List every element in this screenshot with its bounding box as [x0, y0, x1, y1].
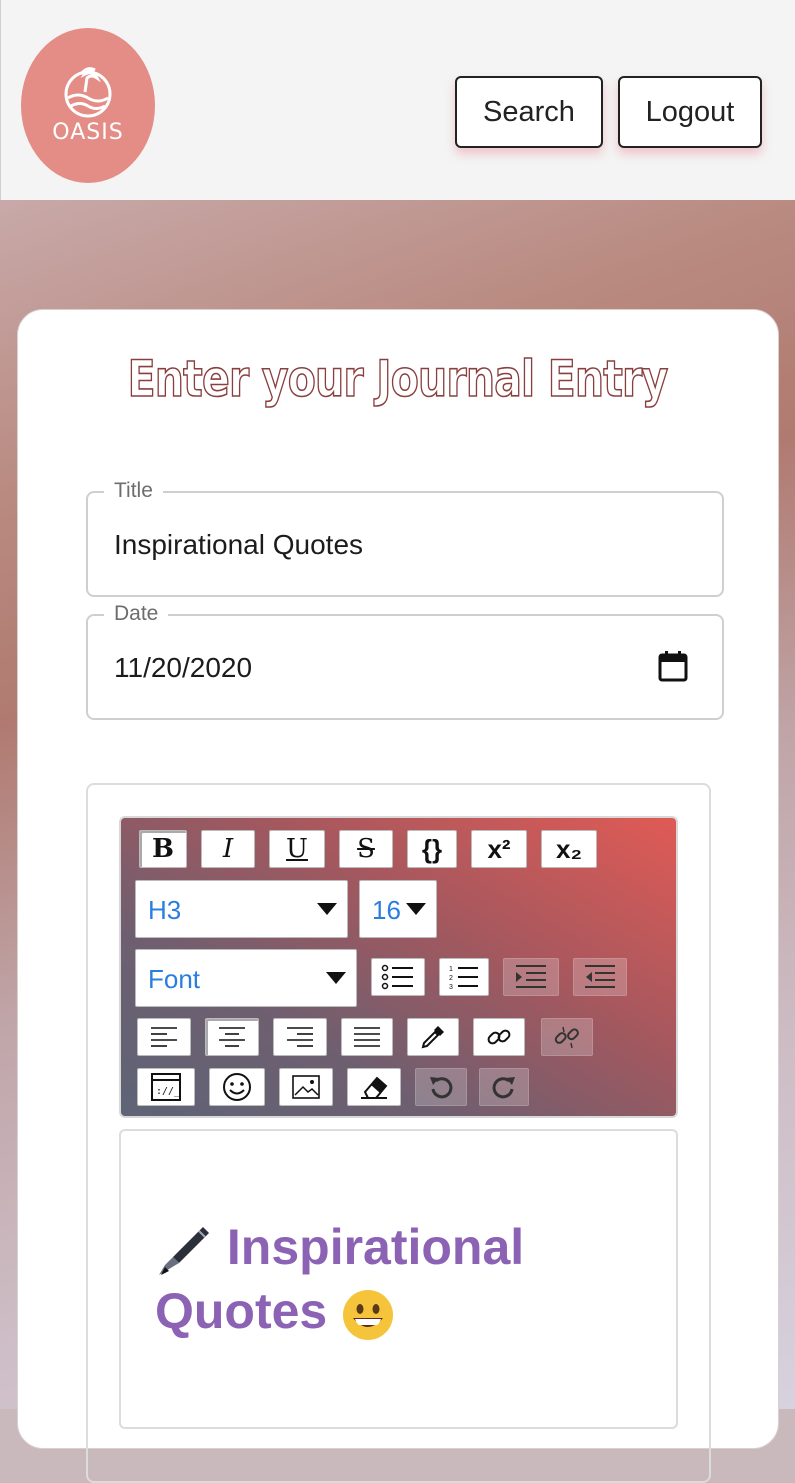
font-family-select[interactable]: Font: [135, 949, 357, 1007]
subscript-button[interactable]: x₂: [541, 830, 597, 868]
align-center-button[interactable]: [205, 1018, 259, 1056]
title-label: Title: [104, 479, 163, 503]
logout-button[interactable]: Logout: [618, 76, 762, 148]
superscript-button[interactable]: x²: [471, 830, 527, 868]
eyedropper-icon: [421, 1026, 444, 1049]
undo-icon: [430, 1077, 453, 1099]
align-center-icon: [219, 1027, 245, 1047]
calendar-icon[interactable]: [658, 650, 688, 682]
bullet-list-button[interactable]: [371, 958, 425, 996]
font-family-value: Font: [148, 964, 201, 994]
svg-text:://_: ://_: [156, 1086, 181, 1097]
outdent-icon: [585, 965, 615, 988]
embed-icon: ://_: [151, 1073, 181, 1101]
bold-button[interactable]: B: [139, 830, 187, 868]
svg-text:2: 2: [449, 975, 453, 982]
oasis-logo[interactable]: OASIS: [21, 28, 155, 183]
pen-icon: [159, 1226, 209, 1275]
title-input[interactable]: Inspirational Quotes: [114, 529, 363, 561]
grinning-face-icon: [343, 1289, 394, 1340]
align-right-icon: [287, 1027, 313, 1047]
underline-button[interactable]: U: [269, 830, 325, 868]
numbered-list-button[interactable]: 1 2 3: [439, 958, 489, 996]
align-left-button[interactable]: [137, 1018, 191, 1056]
date-input[interactable]: 11/20/2020: [114, 652, 252, 684]
logo-text: OASIS: [52, 120, 124, 145]
clear-format-button[interactable]: [347, 1068, 401, 1106]
title-field[interactable]: Title Inspirational Quotes: [86, 479, 724, 597]
chevron-down-icon: [317, 903, 337, 915]
heading-select-value: H3: [148, 895, 182, 925]
align-justify-icon: [354, 1027, 380, 1047]
redo-icon: [492, 1077, 515, 1099]
embed-code-button[interactable]: ://_: [137, 1068, 195, 1106]
app-header: OASIS Search Logout: [0, 0, 795, 200]
svg-text:3: 3: [449, 984, 453, 990]
emoji-button[interactable]: [209, 1068, 265, 1106]
unlink-button[interactable]: [541, 1018, 593, 1056]
smiley-icon: [223, 1073, 251, 1101]
align-justify-button[interactable]: [341, 1018, 393, 1056]
numbered-list-icon: 1 2 3: [449, 966, 478, 990]
page-title: Enter your Journal Entry: [127, 349, 669, 409]
font-size-value: 16: [372, 895, 401, 925]
image-icon: [292, 1075, 320, 1099]
image-button[interactable]: [279, 1068, 333, 1106]
undo-button[interactable]: [415, 1068, 467, 1106]
redo-button[interactable]: [479, 1068, 529, 1106]
heading-select[interactable]: H3: [135, 880, 348, 938]
link-icon: [487, 1029, 511, 1045]
link-button[interactable]: [473, 1018, 525, 1056]
search-button[interactable]: Search: [455, 76, 603, 148]
chevron-down-icon: [326, 972, 346, 984]
date-label: Date: [104, 602, 169, 626]
font-size-select[interactable]: 16: [359, 880, 437, 938]
unlink-icon: [554, 1026, 579, 1049]
date-field[interactable]: Date 11/20/2020: [86, 602, 724, 720]
indent-button[interactable]: [503, 958, 559, 996]
outdent-button[interactable]: [573, 958, 627, 996]
svg-text:1: 1: [449, 966, 453, 973]
italic-button[interactable]: I: [201, 830, 255, 868]
editor-heading[interactable]: Inspirational Quotes: [155, 1215, 655, 1343]
strikethrough-button[interactable]: S: [339, 830, 393, 868]
editor-toolbar: B I U S {} x² x₂ H3 16 Font 1 2 3://_: [119, 816, 678, 1118]
align-left-icon: [151, 1027, 177, 1047]
color-picker-button[interactable]: [407, 1018, 459, 1056]
code-button[interactable]: {}: [407, 830, 457, 868]
eraser-icon: [361, 1076, 388, 1099]
palm-wave-icon: [64, 67, 112, 118]
editor-content[interactable]: Inspirational Quotes: [119, 1129, 678, 1429]
chevron-down-icon: [406, 903, 426, 915]
bullet-list-icon: [381, 964, 413, 990]
align-right-button[interactable]: [273, 1018, 327, 1056]
indent-icon: [516, 965, 546, 988]
